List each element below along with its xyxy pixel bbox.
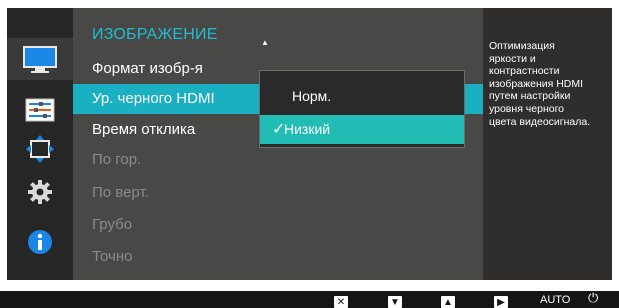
- close-icon[interactable]: ✕: [334, 296, 348, 308]
- menu-item-h-position: По гор.: [92, 151, 142, 168]
- submenu-option-label: Низкий: [284, 121, 331, 137]
- up-arrow-icon[interactable]: ▲: [441, 296, 455, 308]
- info-description: Оптимизация яркости и контрастности изоб…: [489, 40, 591, 128]
- info-icon[interactable]: [20, 226, 60, 258]
- menu-item-response-time[interactable]: Время отклика: [92, 121, 195, 138]
- info-panel: Оптимизация яркости и контрастности изоб…: [483, 8, 612, 280]
- button-guide-bar: ✕ ▼ ▲ ▶ AUTO ⏻: [0, 290, 619, 308]
- monitor-icon[interactable]: [20, 44, 60, 76]
- enter-arrow-icon[interactable]: ▶: [494, 296, 508, 308]
- auto-button[interactable]: AUTO: [540, 293, 570, 306]
- submenu-option-normal[interactable]: Норм.: [260, 82, 464, 111]
- down-arrow-icon[interactable]: ▼: [388, 296, 402, 308]
- osd-window: ИЗОБРАЖЕНИЕ ▲ Формат изобр-я Ур. черного…: [7, 8, 612, 280]
- settings-gear-icon[interactable]: [20, 176, 60, 208]
- menu-title: ИЗОБРАЖЕНИЕ: [92, 26, 218, 43]
- menu-item-picture-size[interactable]: Формат изобр-я: [92, 60, 203, 77]
- main-menu: ИЗОБРАЖЕНИЕ ▲ Формат изобр-я Ур. черного…: [73, 8, 483, 280]
- menu-item-fine: Точно: [92, 248, 133, 265]
- submenu-option-low[interactable]: ✓ Низкий: [260, 115, 464, 144]
- menu-item-coarse: Грубо: [92, 216, 133, 233]
- submenu-option-label: Норм.: [292, 88, 332, 104]
- sidebar: [7, 8, 73, 280]
- power-icon[interactable]: ⏻: [588, 290, 598, 305]
- menu-item-hdmi-black-level[interactable]: Ур. черного HDMI: [92, 90, 215, 107]
- black-level-submenu: Норм. ✓ Низкий: [259, 70, 465, 148]
- menu-item-v-position: По верт.: [92, 184, 149, 201]
- scroll-up-icon[interactable]: ▲: [261, 38, 269, 47]
- size-position-icon[interactable]: [20, 133, 60, 165]
- color-adjust-icon[interactable]: [20, 94, 60, 126]
